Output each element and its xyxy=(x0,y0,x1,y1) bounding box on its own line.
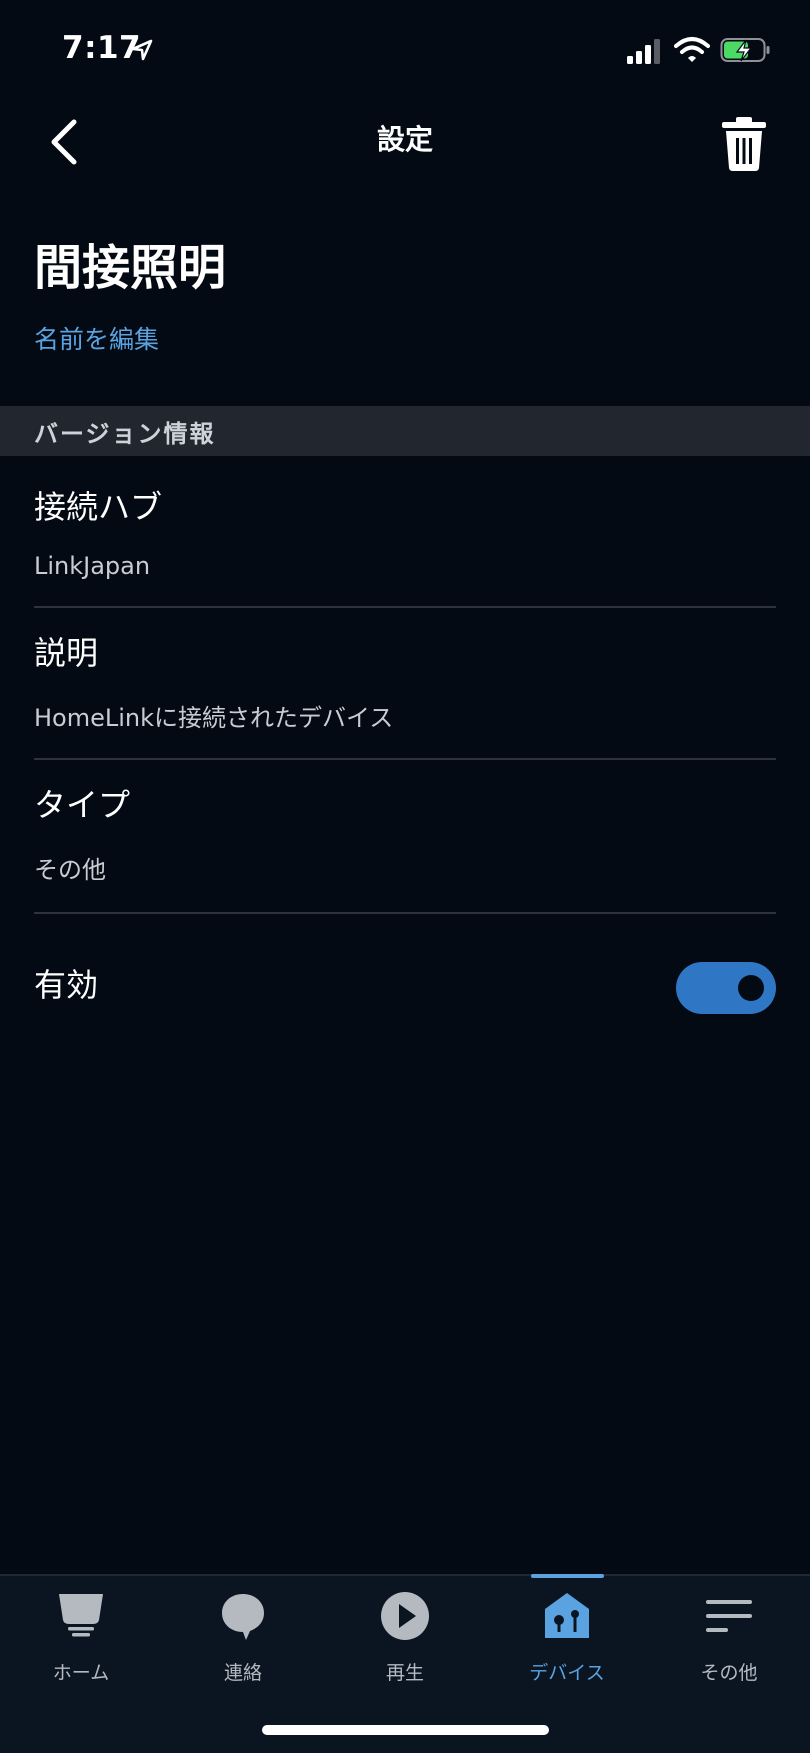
tab-label: その他 xyxy=(700,1662,758,1684)
wifi-icon xyxy=(674,37,710,62)
home-indicator[interactable] xyxy=(262,1725,549,1735)
tab-label: 連絡 xyxy=(223,1662,262,1684)
page-title: 設定 xyxy=(376,123,433,156)
edit-name-link[interactable]: 名前を編集 xyxy=(34,320,159,356)
cellular-signal-icon xyxy=(627,39,660,64)
play-icon xyxy=(381,1592,429,1640)
trash-icon[interactable] xyxy=(718,116,770,172)
device-name: 間接照明 xyxy=(34,240,227,296)
devices-icon xyxy=(545,1593,589,1638)
tab-play[interactable]: 再生 xyxy=(324,1576,486,1686)
enabled-toggle[interactable] xyxy=(676,962,776,1014)
toggle-knob xyxy=(738,975,764,1001)
tab-label: ホーム xyxy=(52,1662,110,1684)
chat-bubble-icon xyxy=(222,1594,264,1640)
info-row-type: タイプ その他 xyxy=(34,780,776,885)
info-label: 接続ハブ xyxy=(34,488,163,526)
tab-label: 再生 xyxy=(385,1662,424,1684)
info-value: LinkJapan xyxy=(34,552,151,580)
home-icon xyxy=(59,1594,103,1637)
tab-label: デバイス xyxy=(529,1662,605,1684)
tab-more[interactable]: その他 xyxy=(648,1576,810,1686)
info-row-description: 説明 HomeLinkに接続されたデバイス xyxy=(34,628,776,733)
tab-home[interactable]: ホーム xyxy=(0,1576,162,1686)
tab-devices[interactable]: デバイス xyxy=(486,1576,648,1686)
divider xyxy=(34,912,776,914)
divider xyxy=(34,758,776,760)
tab-communicate[interactable]: 連絡 xyxy=(162,1576,324,1686)
info-row-hub: 接続ハブ LinkJapan xyxy=(34,482,776,580)
battery-charging-icon xyxy=(720,38,770,62)
enabled-label: 有効 xyxy=(34,966,99,1004)
info-label: タイプ xyxy=(34,786,131,824)
back-button[interactable] xyxy=(40,112,90,172)
screen: 7:17 設定 間接照明 名前を編集 バージョン情報 接続ハブ LinkJapa… xyxy=(0,0,810,1753)
info-value: その他 xyxy=(34,856,106,884)
divider xyxy=(34,606,776,608)
info-label: 説明 xyxy=(34,634,99,672)
section-header-label: バージョン情報 xyxy=(34,420,216,448)
section-header-version-info: バージョン情報 xyxy=(0,406,810,456)
info-value: HomeLinkに接続されたデバイス xyxy=(34,704,394,732)
status-bar: 7:17 xyxy=(0,0,810,100)
menu-icon xyxy=(706,1600,752,1632)
location-arrow-icon xyxy=(131,39,153,61)
